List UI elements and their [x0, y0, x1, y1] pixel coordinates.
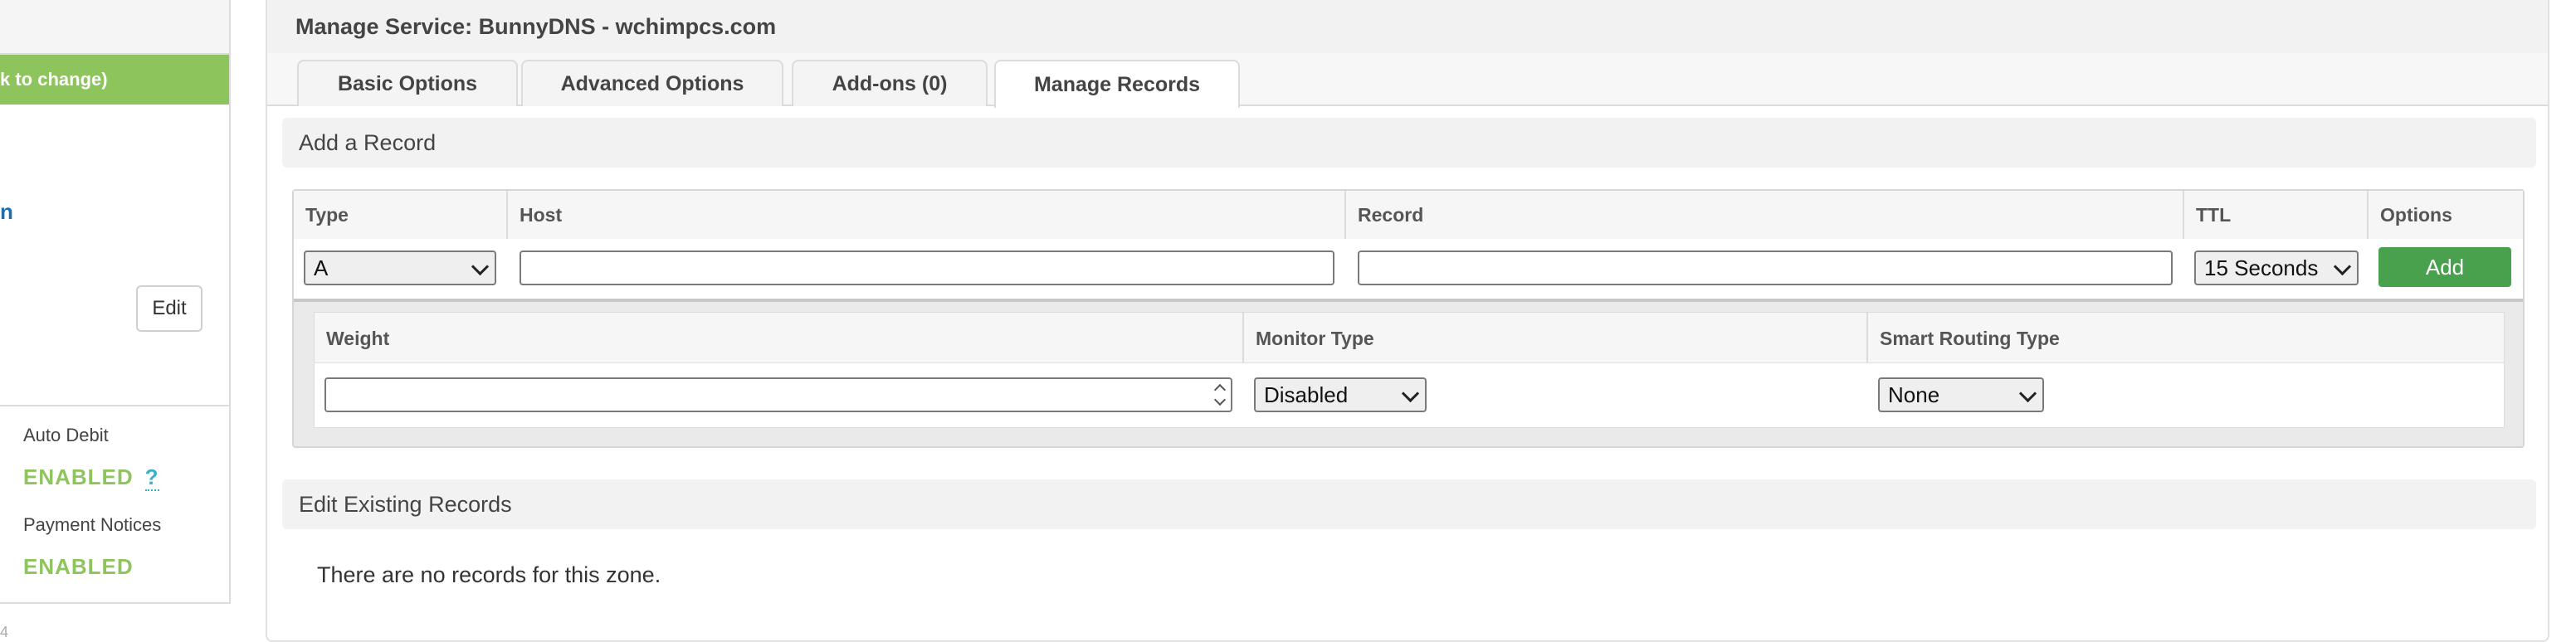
chevron-down-icon — [471, 257, 490, 276]
status-banner-text: k to change) — [0, 69, 108, 90]
column-divider — [2367, 191, 2369, 239]
col-ttl: TTL — [2196, 204, 2232, 226]
col-record: Record — [1358, 204, 1424, 226]
col-host: Host — [520, 204, 563, 226]
tab-bar: Basic Options Advanced Options Add-ons (… — [267, 53, 2548, 108]
sidebar-link[interactable]: n — [0, 199, 13, 225]
monitor-type-select[interactable]: Disabled — [1254, 377, 1427, 412]
existing-records-heading: Edit Existing Records — [282, 479, 2536, 529]
sidebar-header — [0, 0, 229, 55]
advanced-record-options: Weight Monitor Type Smart Routing Type D… — [314, 312, 2505, 428]
col-smart-routing-type: Smart Routing Type — [1880, 328, 2060, 349]
col-monitor-type: Monitor Type — [1256, 328, 1374, 349]
add-record-button[interactable]: Add — [2378, 247, 2511, 287]
smart-routing-select[interactable]: None — [1878, 377, 2044, 412]
add-record-heading: Add a Record — [282, 118, 2536, 168]
auto-debit-value: ENABLED — [23, 464, 134, 489]
record-input-row: A 15 Seconds Add — [294, 239, 2523, 302]
auto-debit-status: ENABLED? — [23, 464, 159, 491]
column-divider — [2183, 191, 2184, 239]
smart-routing-value: None — [1888, 382, 1940, 407]
weight-input[interactable] — [324, 377, 1232, 412]
chevron-down-icon — [2333, 257, 2352, 276]
monitor-type-value: Disabled — [1264, 382, 1349, 407]
record-input[interactable] — [1358, 250, 2173, 285]
tab-manage-records[interactable]: Manage Records — [994, 60, 1240, 108]
sidebar-footer-text: 4 — [0, 624, 9, 640]
panel-title: Manage Service: BunnyDNS - wchimpcs.com — [267, 0, 2548, 54]
stepper-icon[interactable] — [1214, 382, 1226, 407]
manage-service-panel: Manage Service: BunnyDNS - wchimpcs.com … — [266, 0, 2549, 642]
column-divider — [1866, 313, 1868, 362]
help-icon[interactable]: ? — [144, 464, 159, 491]
payment-notices-value: ENABLED — [23, 554, 134, 579]
column-divider — [1344, 191, 1346, 239]
tab-addons[interactable]: Add-ons (0) — [792, 60, 988, 106]
edit-button[interactable]: Edit — [136, 285, 202, 332]
column-divider — [506, 191, 508, 239]
host-input[interactable] — [520, 250, 1334, 285]
record-table-header: Type Host Record TTL Options — [294, 191, 2523, 240]
payment-notices-label: Payment Notices — [23, 514, 162, 535]
sidebar-divider — [0, 405, 229, 406]
ttl-select-value: 15 Seconds — [2204, 255, 2319, 280]
tab-basic-options[interactable]: Basic Options — [297, 60, 518, 106]
tab-advanced-options[interactable]: Advanced Options — [521, 60, 783, 106]
advanced-options-header: Weight Monitor Type Smart Routing Type — [315, 313, 2504, 363]
status-banner[interactable]: k to change) — [0, 55, 229, 105]
chevron-down-icon — [1401, 384, 1420, 403]
add-record-form: Type Host Record TTL Options A 15 Second… — [292, 189, 2525, 448]
chevron-down-icon — [2018, 384, 2037, 403]
col-type: Type — [305, 204, 349, 226]
auto-debit-label: Auto Debit — [23, 425, 109, 445]
column-divider — [1242, 313, 1244, 362]
ttl-select[interactable]: 15 Seconds — [2194, 250, 2359, 285]
col-options: Options — [2380, 204, 2452, 226]
col-weight: Weight — [326, 328, 390, 349]
empty-records-message: There are no records for this zone. — [317, 562, 661, 587]
sidebar: k to change) n Edit Auto Debit ENABLED? … — [0, 0, 231, 604]
type-select-value: A — [314, 255, 329, 280]
type-select[interactable]: A — [304, 250, 496, 285]
